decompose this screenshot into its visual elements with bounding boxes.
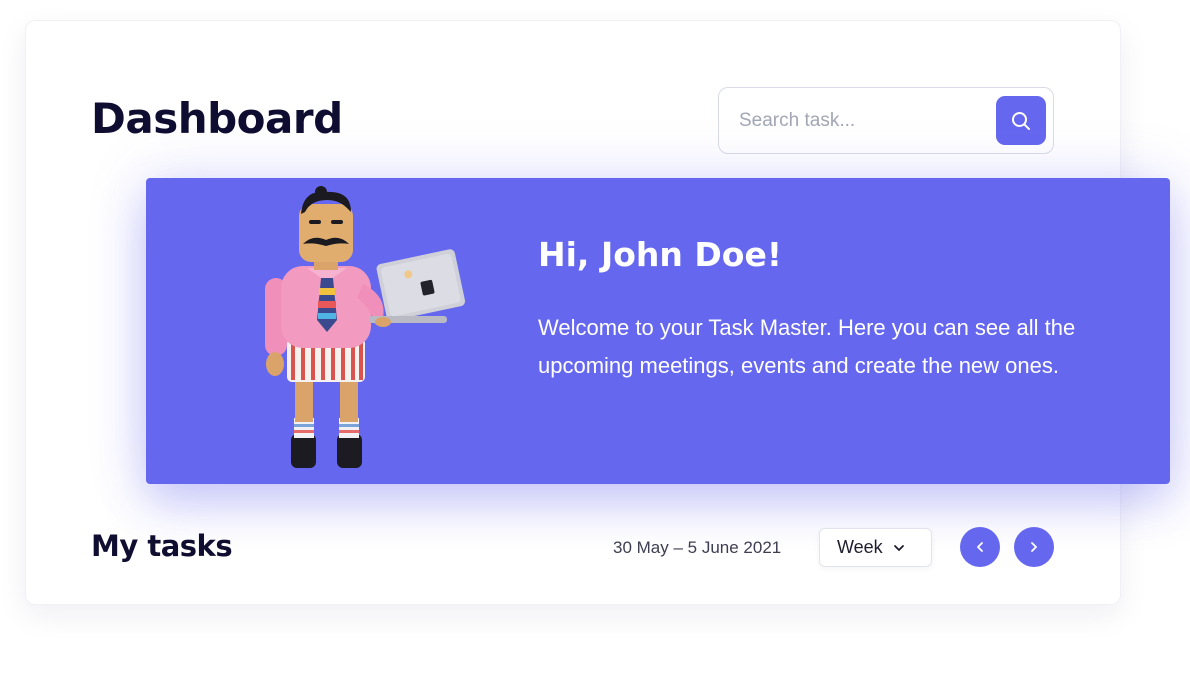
welcome-message: Welcome to your Task Master. Here you ca… — [538, 315, 1076, 378]
period-selected-label: Week — [837, 537, 883, 557]
character-illustration — [265, 186, 466, 468]
chevron-down-icon — [893, 544, 905, 552]
previous-period-button[interactable] — [960, 527, 1000, 567]
period-dropdown[interactable]: Week — [819, 528, 932, 567]
search-button[interactable] — [996, 96, 1046, 145]
search-icon — [1012, 111, 1030, 130]
my-tasks-heading: My tasks — [91, 529, 233, 563]
next-period-button[interactable] — [1014, 527, 1054, 567]
chevron-right-icon — [1031, 542, 1037, 552]
page-title: Dashboard — [91, 94, 343, 143]
search-input[interactable] — [739, 106, 989, 136]
date-range: 30 May – 5 June 2021 — [613, 538, 782, 557]
welcome-banner: Hi, John Doe! Welcome to your Task Maste… — [146, 178, 1170, 484]
greeting-heading: Hi, John Doe! — [538, 235, 782, 274]
search-box — [718, 87, 1054, 154]
chevron-left-icon — [977, 542, 983, 552]
